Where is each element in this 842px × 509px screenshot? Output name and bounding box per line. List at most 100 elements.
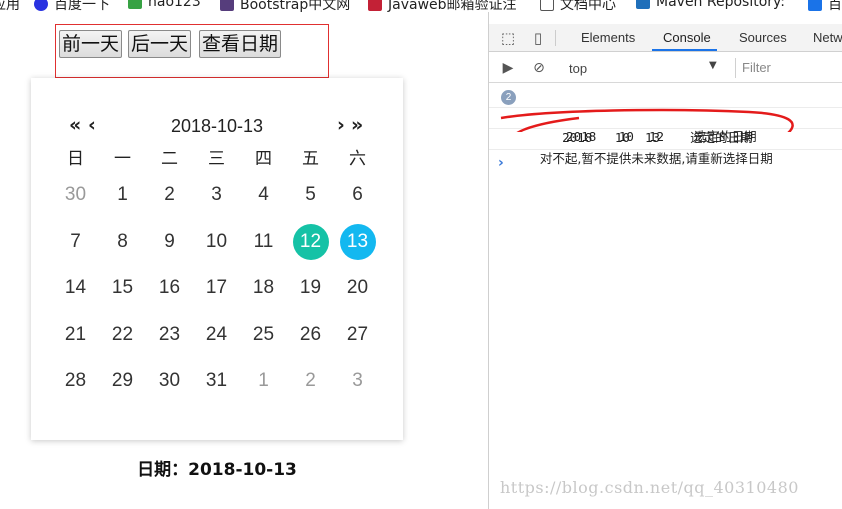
day-cell[interactable]: 8	[99, 219, 146, 266]
weekday-label: 日	[67, 149, 84, 169]
tab-network[interactable]: Netw	[813, 30, 842, 45]
day-cell[interactable]: 10	[193, 219, 240, 266]
calendar-header: « ‹ 2018-10-13 › »	[31, 114, 403, 138]
day-cell[interactable]: 17	[193, 265, 240, 312]
device-toggle-icon[interactable]: ▯	[529, 29, 547, 47]
day-number: 18	[252, 277, 275, 299]
page-content: 前一天 后一天 查看日期 « ‹ 2018-10-13 › » 日一二三四五六 …	[0, 12, 488, 509]
console-prompt-icon[interactable]: ›	[498, 155, 504, 171]
weekday-label: 四	[255, 149, 272, 169]
day-cell[interactable]: 30	[146, 358, 193, 405]
clear-console-icon[interactable]: ⊘	[530, 59, 548, 77]
day-number: 30	[158, 370, 181, 392]
bookmark-apps[interactable]: 应用	[0, 0, 20, 12]
console-message-text: 对不起,暂不提供未来数据,请重新选择日期	[539, 151, 773, 166]
next-year-icon[interactable]: »	[351, 114, 363, 136]
day-number: 8	[117, 230, 128, 252]
repeat-count-badge: 2	[501, 90, 516, 105]
active-tab-indicator	[652, 49, 717, 51]
devtools-tabbar: ⬚ ▯ Elements Console Sources Netw	[489, 24, 842, 52]
day-grid: 30 1 2 3 4 5 6 7 8 9 10 11 12 13 14 15 16 17 18 19 20 21 22 23 2…	[52, 172, 382, 405]
day-cell[interactable]: 11	[240, 219, 287, 266]
weekday-label: 三	[208, 149, 225, 169]
console-toolbar: ▶ ⊘ top ▼ Filter	[489, 53, 842, 83]
day-cell[interactable]: 26	[287, 312, 334, 359]
day-cell[interactable]: 25	[240, 312, 287, 359]
prev-day-button[interactable]: 前一天	[59, 30, 123, 58]
bookmark-baidu[interactable]: 百度一下	[34, 0, 110, 12]
day-cell[interactable]: 29	[99, 358, 146, 405]
bookmark-translate[interactable]: 百	[808, 0, 842, 12]
day-cell[interactable]: 16	[146, 265, 193, 312]
day-cell[interactable]: 7	[52, 219, 99, 266]
console-message: 2018 10 13 选定的日期	[489, 108, 842, 145]
day-number: 7	[70, 230, 81, 252]
console-filter-input[interactable]: Filter	[735, 58, 842, 78]
context-selector[interactable]: top	[569, 61, 587, 76]
day-cell[interactable]: 9	[146, 219, 193, 266]
day-cell[interactable]: 24	[193, 312, 240, 359]
day-number: 23	[158, 323, 181, 345]
weekday-label: 五	[302, 149, 319, 169]
next-day-button[interactable]: 后一天	[128, 30, 192, 58]
next-month-icon[interactable]: ›	[337, 114, 345, 136]
day-number: 28	[64, 370, 87, 392]
bookmark-label: 应用	[0, 0, 20, 12]
day-number: 1	[258, 370, 269, 392]
day-cell[interactable]: 23	[146, 312, 193, 359]
day-cell[interactable]: 3	[334, 358, 381, 405]
day-number: 26	[299, 323, 322, 345]
day-cell[interactable]: 28	[52, 358, 99, 405]
day-cell[interactable]: 19	[287, 265, 334, 312]
document-icon	[540, 0, 554, 11]
tab-console[interactable]: Console	[663, 30, 711, 45]
hao123-icon	[128, 0, 142, 9]
day-number: 16	[158, 277, 181, 299]
bookmark-csdn[interactable]: Javaweb邮箱验证注	[368, 0, 517, 12]
day-cell[interactable]: 22	[99, 312, 146, 359]
day-number: 25	[252, 323, 275, 345]
day-cell[interactable]: 21	[52, 312, 99, 359]
day-number: 5	[305, 184, 316, 206]
day-cell[interactable]: 27	[334, 312, 381, 359]
day-cell[interactable]: 1	[99, 172, 146, 219]
day-number: 2	[305, 370, 316, 392]
bookmark-label: Javaweb邮箱验证注	[388, 0, 517, 12]
day-number: 10	[205, 230, 228, 252]
bookmark-hao123[interactable]: hao123	[128, 0, 201, 10]
day-cell-today[interactable]: 13	[334, 219, 381, 266]
sidebar-toggle-icon[interactable]: ▶	[499, 59, 517, 77]
bookmarks-bar: 应用 百度一下 hao123 Bootstrap中文网 Javaweb邮箱验证注…	[0, 0, 842, 12]
day-cell[interactable]: 20	[334, 265, 381, 312]
bookmark-maven[interactable]: Maven Repository:	[636, 0, 785, 10]
chevron-down-icon[interactable]: ▼	[709, 60, 717, 71]
weekday-label: 一	[114, 149, 131, 169]
day-number: 4	[258, 184, 269, 206]
bookmark-label: 百	[828, 0, 842, 12]
day-cell[interactable]: 2	[287, 358, 334, 405]
tab-elements[interactable]: Elements	[581, 30, 635, 45]
day-cell[interactable]: 2	[146, 172, 193, 219]
day-cell[interactable]: 6	[334, 172, 381, 219]
day-number: 31	[205, 370, 228, 392]
day-cell[interactable]: 4	[240, 172, 287, 219]
tab-sources[interactable]: Sources	[739, 30, 787, 45]
day-number: 14	[64, 277, 87, 299]
day-number: 1	[117, 184, 128, 206]
day-number: 27	[346, 323, 369, 345]
day-number: 12	[292, 223, 329, 260]
day-cell[interactable]: 18	[240, 265, 287, 312]
day-cell[interactable]: 30	[52, 172, 99, 219]
bookmark-bootstrap[interactable]: Bootstrap中文网	[220, 0, 350, 12]
day-cell[interactable]: 31	[193, 358, 240, 405]
day-cell[interactable]: 15	[99, 265, 146, 312]
view-date-button[interactable]: 查看日期	[199, 30, 282, 58]
day-cell[interactable]: 3	[193, 172, 240, 219]
day-cell-selected[interactable]: 12	[287, 219, 334, 266]
bookmark-docs[interactable]: 文档中心	[540, 0, 616, 12]
day-cell[interactable]: 5	[287, 172, 334, 219]
divider	[555, 30, 556, 46]
day-cell[interactable]: 14	[52, 265, 99, 312]
day-cell[interactable]: 1	[240, 358, 287, 405]
inspect-icon[interactable]: ⬚	[499, 29, 517, 47]
